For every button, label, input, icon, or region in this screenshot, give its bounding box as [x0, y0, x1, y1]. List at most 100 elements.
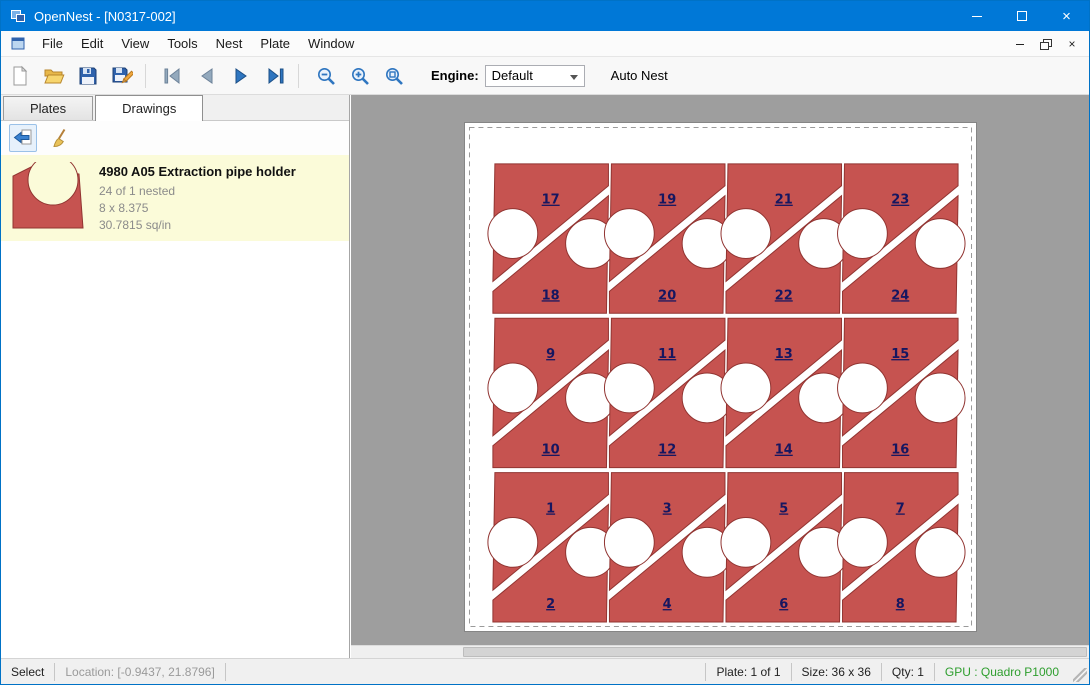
- panel-tabs: Plates Drawings: [1, 95, 349, 121]
- part-label: 8: [896, 597, 905, 612]
- first-plate-button[interactable]: [158, 61, 188, 91]
- nest-pair[interactable]: 21 22: [721, 164, 848, 313]
- status-gpu: GPU : Quadro P1000: [935, 662, 1069, 682]
- zoom-out-button[interactable]: [311, 61, 341, 91]
- drawing-info: 4980 A05 Extraction pipe holder 24 of 1 …: [99, 162, 296, 234]
- nest-pair[interactable]: 1112: [604, 318, 731, 467]
- part-hole: [721, 363, 771, 413]
- status-location: Location: [-0.9437, 21.8796]: [55, 662, 224, 682]
- status-mode: Select: [1, 662, 54, 682]
- open-folder-icon: [43, 65, 65, 87]
- nest-pair[interactable]: 1920: [604, 164, 731, 313]
- part-label: 24: [891, 288, 909, 303]
- part-hole: [915, 527, 965, 577]
- horizontal-scrollbar[interactable]: [351, 645, 1089, 658]
- part-hole: [721, 517, 771, 567]
- content-area: Plates Drawings: [1, 95, 1089, 658]
- close-icon: ×: [1062, 8, 1071, 25]
- nest-pair[interactable]: 56: [721, 473, 848, 622]
- engine-label: Engine:: [431, 68, 479, 83]
- menu-tools[interactable]: Tools: [158, 32, 206, 55]
- part-label: 23: [891, 193, 909, 208]
- part-label: 13: [775, 347, 793, 362]
- menu-window[interactable]: Window: [299, 32, 363, 55]
- part-thumbnail: [9, 162, 87, 232]
- resize-grip[interactable]: [1073, 668, 1087, 682]
- menu-plate[interactable]: Plate: [251, 32, 299, 55]
- last-plate-button[interactable]: [260, 61, 290, 91]
- menu-edit[interactable]: Edit: [72, 32, 112, 55]
- app-icon: [10, 8, 26, 24]
- next-plate-button[interactable]: [226, 61, 256, 91]
- nest-pair[interactable]: 78: [838, 473, 965, 622]
- nest-pair[interactable]: 1718: [488, 164, 615, 313]
- menu-file[interactable]: File: [33, 32, 72, 55]
- part-label: 20: [658, 288, 676, 303]
- part-hole: [915, 219, 965, 269]
- nest-pair[interactable]: 12: [488, 473, 615, 622]
- menu-nest[interactable]: Nest: [207, 32, 252, 55]
- part-label: 1: [546, 501, 555, 516]
- import-drawing-button[interactable]: [9, 124, 37, 152]
- new-button[interactable]: [5, 61, 35, 91]
- toolbar-separator: [298, 64, 299, 88]
- nest-pair[interactable]: 1516: [838, 318, 965, 467]
- part-label: 14: [775, 443, 793, 458]
- mdi-close-button[interactable]: ×: [1061, 35, 1083, 53]
- zoom-extents-button[interactable]: [379, 61, 409, 91]
- maximize-button[interactable]: [999, 1, 1044, 31]
- part-label: 19: [658, 193, 676, 208]
- part-label: 5: [779, 501, 788, 516]
- part-label: 18: [542, 288, 560, 303]
- nest-viewport: 171819202122232491011121314151612345678: [351, 95, 1089, 658]
- nest-pair[interactable]: 34: [604, 473, 731, 622]
- save-icon: [77, 65, 99, 87]
- save-edit-icon: [111, 65, 133, 87]
- part-hole: [604, 209, 654, 259]
- mdi-restore-button[interactable]: [1035, 35, 1057, 53]
- tab-plates[interactable]: Plates: [3, 96, 93, 120]
- zoom-out-icon: [315, 65, 337, 87]
- last-arrow-icon: [264, 65, 286, 87]
- part-label: 15: [891, 347, 909, 362]
- scrollbar-thumb[interactable]: [463, 647, 1087, 657]
- document-icon: [11, 37, 25, 50]
- zoom-extents-icon: [383, 65, 405, 87]
- drawing-area: 30.7815 sq/in: [99, 217, 296, 234]
- prev-plate-button[interactable]: [192, 61, 222, 91]
- close-button[interactable]: ×: [1044, 1, 1089, 31]
- status-separator: [225, 663, 226, 681]
- engine-value: Default: [492, 68, 533, 83]
- minimize-button[interactable]: [954, 1, 999, 31]
- part-label: 4: [663, 597, 672, 612]
- part-label: 22: [775, 288, 793, 303]
- next-arrow-icon: [230, 65, 252, 87]
- mdi-restore-icon: [1040, 39, 1052, 50]
- nest-pair[interactable]: 910: [488, 318, 615, 467]
- minimize-icon: [972, 16, 982, 17]
- auto-nest-button[interactable]: Auto Nest: [603, 63, 676, 88]
- part-label: 21: [775, 193, 793, 208]
- clean-button[interactable]: [47, 124, 75, 152]
- part-label: 10: [542, 443, 560, 458]
- status-bar: Select Location: [-0.9437, 21.8796] Plat…: [1, 658, 1089, 684]
- app-window: OpenNest - [N0317-002] × File Edit View …: [0, 0, 1090, 685]
- plate-svg[interactable]: 171819202122232491011121314151612345678: [464, 122, 977, 632]
- zoom-in-button[interactable]: [345, 61, 375, 91]
- maximize-icon: [1017, 11, 1027, 21]
- part-hole: [604, 363, 654, 413]
- mdi-minimize-button[interactable]: [1009, 35, 1031, 53]
- engine-select[interactable]: Default: [485, 65, 585, 87]
- drawings-toolbar: [1, 121, 349, 155]
- nest-pair[interactable]: 23 24: [838, 164, 965, 313]
- save-button[interactable]: [73, 61, 103, 91]
- drawing-title: 4980 A05 Extraction pipe holder: [99, 164, 296, 179]
- open-button[interactable]: [39, 61, 69, 91]
- new-file-icon: [9, 65, 31, 87]
- menu-view[interactable]: View: [112, 32, 158, 55]
- mdi-close-icon: ×: [1068, 37, 1075, 51]
- save-edit-button[interactable]: [107, 61, 137, 91]
- tab-drawings[interactable]: Drawings: [95, 95, 203, 121]
- nest-pair[interactable]: 13 14: [721, 318, 848, 467]
- drawing-list-item[interactable]: 4980 A05 Extraction pipe holder 24 of 1 …: [1, 155, 349, 241]
